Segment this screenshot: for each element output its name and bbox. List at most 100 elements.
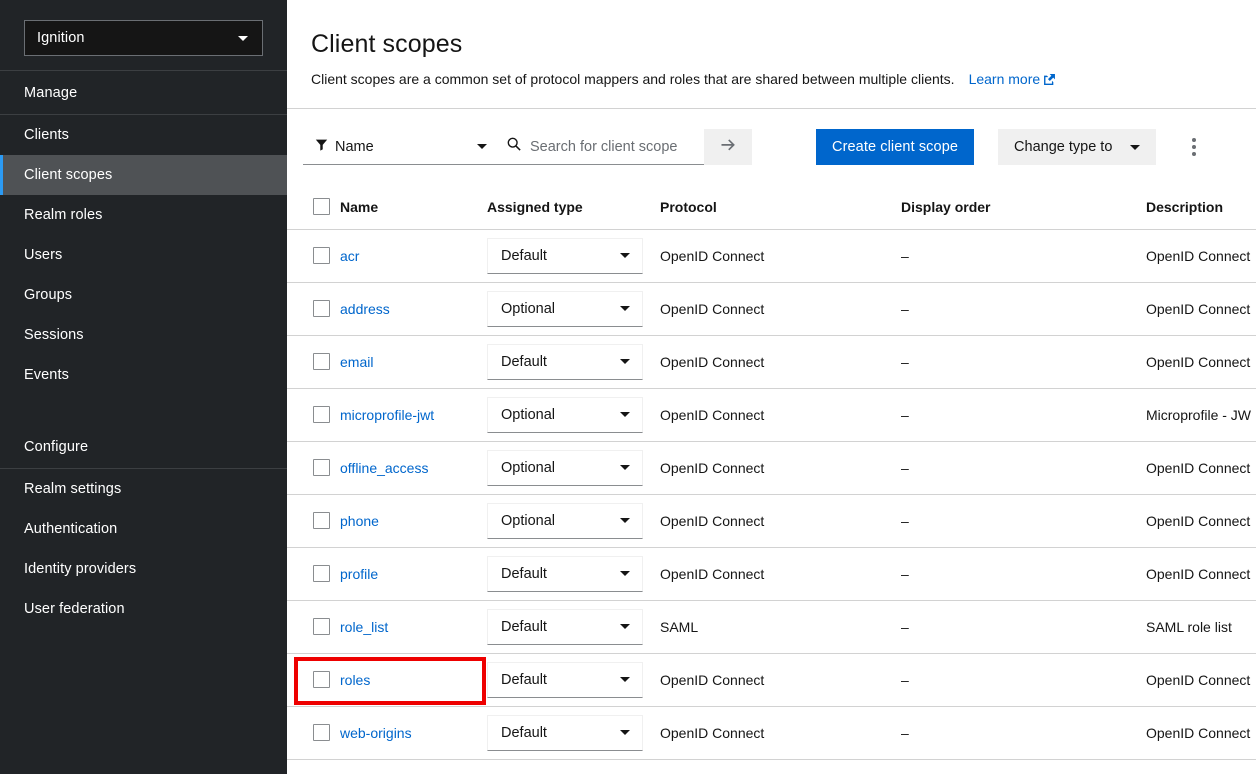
table-row: web-originsDefaultOpenID Connect–OpenID … xyxy=(287,706,1256,759)
filter-dropdown-label: Name xyxy=(335,139,477,155)
table-row: rolesDefaultOpenID Connect–OpenID Connec… xyxy=(287,653,1256,706)
assigned-type-value: Default xyxy=(501,619,620,635)
row-checkbox[interactable] xyxy=(313,512,330,529)
row-checkbox[interactable] xyxy=(313,247,330,264)
row-protocol-cell: OpenID Connect xyxy=(660,547,901,600)
sidebar-item-label: Clients xyxy=(24,127,69,143)
row-display-order-cell: – xyxy=(901,388,1146,441)
filter-dropdown[interactable]: Name xyxy=(303,129,497,165)
change-type-to-button[interactable]: Change type to xyxy=(998,129,1156,165)
sidebar-section-configure: Configure xyxy=(0,425,287,468)
row-protocol-cell: OpenID Connect xyxy=(660,229,901,282)
realm-selector[interactable]: Ignition xyxy=(24,20,263,56)
row-protocol-cell: OpenID Connect xyxy=(660,653,901,706)
create-client-scope-button[interactable]: Create client scope xyxy=(816,129,974,165)
sidebar-item-user-federation[interactable]: User federation xyxy=(0,589,287,629)
sidebar-item-identity-providers[interactable]: Identity providers xyxy=(0,549,287,589)
row-assigned-type-cell: Default xyxy=(487,229,660,282)
assigned-type-dropdown[interactable]: Default xyxy=(487,609,643,645)
sidebar-item-realm-settings[interactable]: Realm settings xyxy=(0,469,287,509)
client-scope-link[interactable]: acr xyxy=(340,248,359,264)
column-header-description[interactable]: Description xyxy=(1146,185,1256,229)
row-checkbox[interactable] xyxy=(313,618,330,635)
table-row: emailDefaultOpenID Connect–OpenID Connec… xyxy=(287,335,1256,388)
sidebar-item-authentication[interactable]: Authentication xyxy=(0,509,287,549)
client-scope-link[interactable]: roles xyxy=(340,672,370,688)
assigned-type-dropdown[interactable]: Default xyxy=(487,662,643,698)
client-scope-link[interactable]: phone xyxy=(340,513,379,529)
sidebar-item-label: Realm settings xyxy=(24,481,121,497)
assigned-type-dropdown[interactable]: Optional xyxy=(487,450,643,486)
assigned-type-dropdown[interactable]: Optional xyxy=(487,291,643,327)
assigned-type-dropdown[interactable]: Default xyxy=(487,556,643,592)
row-checkbox[interactable] xyxy=(313,565,330,582)
assigned-type-value: Optional xyxy=(501,460,620,476)
column-header-assigned-type[interactable]: Assigned type xyxy=(487,185,660,229)
sidebar-item-users[interactable]: Users xyxy=(0,235,287,275)
assigned-type-value: Default xyxy=(501,354,620,370)
row-checkbox[interactable] xyxy=(313,353,330,370)
client-scope-link[interactable]: microprofile-jwt xyxy=(340,407,434,423)
change-type-to-label: Change type to xyxy=(1014,139,1112,155)
row-select-cell xyxy=(287,229,340,282)
row-checkbox[interactable] xyxy=(313,671,330,688)
row-select-cell xyxy=(287,335,340,388)
row-name-cell: profile xyxy=(340,547,487,600)
learn-more-link[interactable]: Learn more xyxy=(969,71,1057,87)
table-row: acrDefaultOpenID Connect–OpenID Connect xyxy=(287,229,1256,282)
client-scope-link[interactable]: offline_access xyxy=(340,460,428,476)
table-row: phoneOptionalOpenID Connect–OpenID Conne… xyxy=(287,494,1256,547)
row-select-cell xyxy=(287,494,340,547)
row-name-cell: email xyxy=(340,335,487,388)
row-description-cell: OpenID Connect xyxy=(1146,282,1256,335)
page-header: Client scopes Client scopes are a common… xyxy=(287,0,1256,109)
row-display-order-cell: – xyxy=(901,282,1146,335)
select-all-cell xyxy=(287,185,340,229)
kebab-menu-icon[interactable] xyxy=(1176,129,1212,165)
chevron-down-icon xyxy=(620,359,630,364)
sidebar-item-client-scopes[interactable]: Client scopes xyxy=(0,155,287,195)
row-checkbox[interactable] xyxy=(313,406,330,423)
sidebar-item-events[interactable]: Events xyxy=(0,355,287,395)
column-header-name[interactable]: Name xyxy=(340,185,487,229)
filter-icon xyxy=(315,138,328,156)
chevron-down-icon xyxy=(1130,145,1140,150)
assigned-type-dropdown[interactable]: Optional xyxy=(487,503,643,539)
row-protocol-cell: OpenID Connect xyxy=(660,282,901,335)
realm-selector-value: Ignition xyxy=(37,30,238,46)
sidebar-spacer xyxy=(0,395,287,425)
row-select-cell xyxy=(287,600,340,653)
table-row: address Optional OpenID Connect–OpenID Con… xyxy=(287,282,1256,335)
search-submit-button[interactable] xyxy=(704,129,752,165)
assigned-type-dropdown[interactable]: Default xyxy=(487,715,643,751)
sidebar-item-realm-roles[interactable]: Realm roles xyxy=(0,195,287,235)
sidebar-item-clients[interactable]: Clients xyxy=(0,115,287,155)
assigned-type-dropdown[interactable]: Default xyxy=(487,238,643,274)
client-scope-link[interactable]: web-origins xyxy=(340,725,412,741)
sidebar-item-label: Users xyxy=(24,247,62,263)
external-link-icon xyxy=(1043,71,1056,92)
sidebar: Ignition Manage Clients Client scopes Re… xyxy=(0,0,287,774)
row-name-cell: microprofile-jwt xyxy=(340,388,487,441)
row-select-cell xyxy=(287,706,340,759)
row-protocol-cell: OpenID Connect xyxy=(660,494,901,547)
search-input[interactable] xyxy=(530,139,696,155)
client-scope-link[interactable]: address xyxy=(340,301,390,317)
row-checkbox[interactable] xyxy=(313,459,330,476)
row-checkbox[interactable] xyxy=(313,724,330,741)
row-assigned-type-cell: Optional xyxy=(487,388,660,441)
column-header-display-order[interactable]: Display order xyxy=(901,185,1146,229)
sidebar-item-groups[interactable]: Groups xyxy=(0,275,287,315)
client-scope-link[interactable]: role_list xyxy=(340,619,388,635)
client-scope-link[interactable]: profile xyxy=(340,566,378,582)
select-all-checkbox[interactable] xyxy=(313,198,330,215)
row-protocol-cell: OpenID Connect xyxy=(660,441,901,494)
column-header-protocol[interactable]: Protocol xyxy=(660,185,901,229)
assigned-type-dropdown[interactable]: Default xyxy=(487,344,643,380)
assigned-type-dropdown[interactable]: Optional xyxy=(487,397,643,433)
row-checkbox[interactable] xyxy=(313,300,330,317)
client-scopes-table-container: Name Assigned type Protocol Display orde… xyxy=(287,185,1256,774)
client-scope-link[interactable]: email xyxy=(340,354,373,370)
row-description-cell: OpenID Connect xyxy=(1146,335,1256,388)
sidebar-item-sessions[interactable]: Sessions xyxy=(0,315,287,355)
